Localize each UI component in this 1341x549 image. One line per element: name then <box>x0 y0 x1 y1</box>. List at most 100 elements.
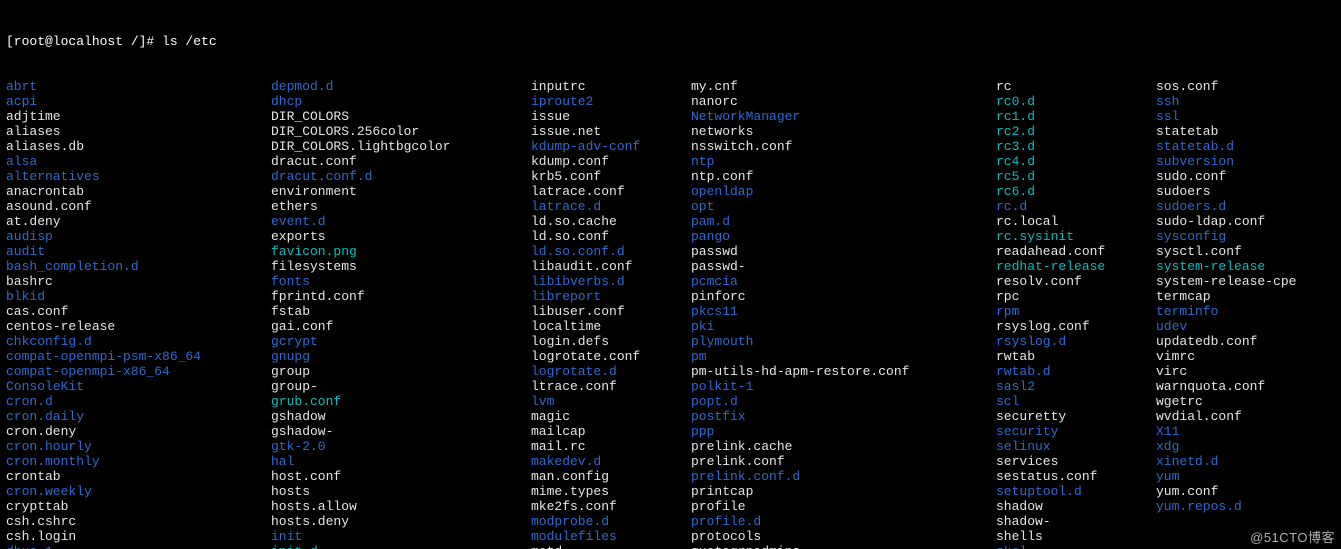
ls-entry: bashrc <box>6 274 271 289</box>
ls-output-grid: abrtdepmod.dinputrcmy.cnfrcsos.confacpid… <box>6 79 1335 549</box>
ls-entry: ltrace.conf <box>531 379 691 394</box>
ls-entry: rc4.d <box>996 154 1156 169</box>
ls-entry: logrotate.d <box>531 364 691 379</box>
ls-entry: sasl2 <box>996 379 1156 394</box>
ls-entry: gcrypt <box>271 334 531 349</box>
ls-entry: gtk-2.0 <box>271 439 531 454</box>
ls-entry: scl <box>996 394 1156 409</box>
ls-entry: gshadow- <box>271 424 531 439</box>
ls-entry: prelink.conf <box>691 454 996 469</box>
ls-entry: aliases <box>6 124 271 139</box>
ls-entry: rc5.d <box>996 169 1156 184</box>
ls-entry: latrace.d <box>531 199 691 214</box>
ls-entry: quotagrpadmins <box>691 544 996 549</box>
ls-entry: libreport <box>531 289 691 304</box>
ls-entry: rc.d <box>996 199 1156 214</box>
shell-command: ls /etc <box>162 34 217 49</box>
ls-entry: crypttab <box>6 499 271 514</box>
ls-entry: openldap <box>691 184 996 199</box>
ls-entry: networks <box>691 124 996 139</box>
ls-entry: hosts.allow <box>271 499 531 514</box>
ls-entry: bash_completion.d <box>6 259 271 274</box>
ls-entry: alternatives <box>6 169 271 184</box>
ls-entry: blkid <box>6 289 271 304</box>
ls-entry: mailcap <box>531 424 691 439</box>
ls-entry: init <box>271 529 531 544</box>
ls-entry: hal <box>271 454 531 469</box>
ls-entry: hosts.deny <box>271 514 531 529</box>
ls-entry: cron.monthly <box>6 454 271 469</box>
ls-entry: pkcs11 <box>691 304 996 319</box>
ls-entry: cron.weekly <box>6 484 271 499</box>
ls-entry: latrace.conf <box>531 184 691 199</box>
ls-entry: warnquota.conf <box>1156 379 1335 394</box>
ls-entry: sestatus.conf <box>996 469 1156 484</box>
ls-entry: sudoers.d <box>1156 199 1335 214</box>
ls-entry: anacrontab <box>6 184 271 199</box>
ls-entry: localtime <box>531 319 691 334</box>
ls-entry: skel <box>996 544 1156 549</box>
ls-entry: magic <box>531 409 691 424</box>
ls-entry: mime.types <box>531 484 691 499</box>
ls-entry: environment <box>271 184 531 199</box>
ls-entry: group- <box>271 379 531 394</box>
ls-entry: system-release-cpe <box>1156 274 1335 289</box>
ls-entry: gai.conf <box>271 319 531 334</box>
ls-entry: libuser.conf <box>531 304 691 319</box>
ls-entry: aliases.db <box>6 139 271 154</box>
ls-entry: kdump-adv-conf <box>531 139 691 154</box>
ls-entry: init.d <box>271 544 531 549</box>
ls-entry: lvm <box>531 394 691 409</box>
ls-entry: prelink.conf.d <box>691 469 996 484</box>
ls-entry: statetab.d <box>1156 139 1335 154</box>
ls-entry: rpm <box>996 304 1156 319</box>
ls-entry: issue <box>531 109 691 124</box>
ls-entry: security <box>996 424 1156 439</box>
ls-entry: DIR_COLORS.256color <box>271 124 531 139</box>
ls-entry: polkit-1 <box>691 379 996 394</box>
ls-entry: ld.so.conf <box>531 229 691 244</box>
ls-entry: terminfo <box>1156 304 1335 319</box>
ls-entry: ntp <box>691 154 996 169</box>
ls-entry: shells <box>996 529 1156 544</box>
ls-entry: rc6.d <box>996 184 1156 199</box>
ls-entry: mke2fs.conf <box>531 499 691 514</box>
ls-entry: compat-openmpi-psm-x86_64 <box>6 349 271 364</box>
ls-entry: logrotate.conf <box>531 349 691 364</box>
ls-entry: pam.d <box>691 214 996 229</box>
ls-entry: fprintd.conf <box>271 289 531 304</box>
ls-entry: fstab <box>271 304 531 319</box>
ls-entry: protocols <box>691 529 996 544</box>
ls-entry: audisp <box>6 229 271 244</box>
ls-entry: man.config <box>531 469 691 484</box>
ls-entry: selinux <box>996 439 1156 454</box>
ls-entry: xdg <box>1156 439 1335 454</box>
ls-entry: login.defs <box>531 334 691 349</box>
ls-entry: services <box>996 454 1156 469</box>
ls-entry: dbus-1 <box>6 544 271 549</box>
ls-entry: modulefiles <box>531 529 691 544</box>
ls-entry: modprobe.d <box>531 514 691 529</box>
ls-entry: favicon.png <box>271 244 531 259</box>
ls-entry: motd <box>531 544 691 549</box>
ls-entry: rc3.d <box>996 139 1156 154</box>
ls-entry: kdump.conf <box>531 154 691 169</box>
ls-entry: makedev.d <box>531 454 691 469</box>
ls-entry: redhat-release <box>996 259 1156 274</box>
ls-entry: rsyslog.conf <box>996 319 1156 334</box>
ls-entry: xinetd.d <box>1156 454 1335 469</box>
ls-entry: NetworkManager <box>691 109 996 124</box>
ls-entry: crontab <box>6 469 271 484</box>
ls-entry: host.conf <box>271 469 531 484</box>
ls-entry: sudo-ldap.conf <box>1156 214 1335 229</box>
ls-entry: chkconfig.d <box>6 334 271 349</box>
terminal-output[interactable]: [root@localhost /]# ls /etc abrtdepmod.d… <box>0 0 1341 549</box>
ls-entry: postfix <box>691 409 996 424</box>
ls-entry: cron.deny <box>6 424 271 439</box>
ls-entry: grub.conf <box>271 394 531 409</box>
ls-entry: rwtab.d <box>996 364 1156 379</box>
ls-entry: ConsoleKit <box>6 379 271 394</box>
watermark-text: @51CTO博客 <box>1250 530 1335 545</box>
ls-entry: compat-openmpi-x86_64 <box>6 364 271 379</box>
ls-entry: ssl <box>1156 109 1335 124</box>
